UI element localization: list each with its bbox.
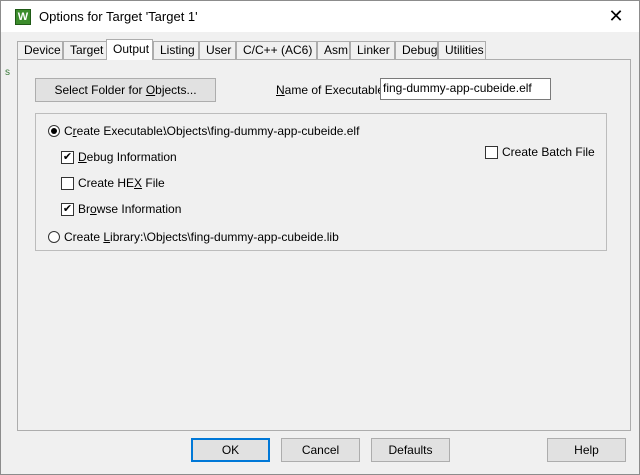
hex-a: Create HE [78, 176, 135, 190]
create-batch-file-label[interactable]: Create Batch File [502, 145, 595, 159]
debug-information-checkbox[interactable]: ✔ [61, 151, 74, 164]
browse-b: o [90, 202, 97, 216]
cancel-button[interactable]: Cancel [281, 438, 360, 462]
name-of-executable-label: Name of Executable: [276, 83, 387, 97]
help-button[interactable]: Help [547, 438, 626, 462]
tab-target[interactable]: Target [63, 41, 107, 59]
browse-information-label[interactable]: Browse Information [78, 202, 181, 216]
keil-app-icon: W [15, 9, 31, 25]
create-exe-c: eate Executable: [76, 124, 167, 138]
tab-linker[interactable]: Linker [350, 41, 395, 59]
create-library-radio[interactable] [48, 231, 60, 243]
hex-c: File [142, 176, 165, 190]
select-folder-label-b: O [145, 83, 156, 97]
tab-device[interactable]: Device [17, 41, 63, 59]
tab-asm[interactable]: Asm [317, 41, 350, 59]
tab-cpp-ac6[interactable]: C/C++ (AC6) [236, 41, 317, 59]
executable-path-text: .\Objects\fing-dummy-app-cubeide.elf [160, 124, 360, 138]
create-lib-c: ibrary: [110, 230, 144, 244]
background-glyph: s [5, 67, 10, 78]
check-mark-icon: ✔ [62, 203, 73, 215]
executable-name-input[interactable]: fing-dummy-app-cubeide.elf [380, 78, 551, 100]
radio-selected-dot [51, 128, 57, 134]
create-executable-radio[interactable] [48, 125, 60, 137]
tab-output[interactable]: Output [106, 39, 153, 60]
create-batch-file-checkbox[interactable] [485, 146, 498, 159]
select-folder-label-a: Select Folder for [54, 83, 146, 97]
browse-information-checkbox[interactable]: ✔ [61, 203, 74, 216]
tab-user[interactable]: User [199, 41, 236, 59]
name-label-a: N [276, 83, 285, 97]
ok-button[interactable]: OK [191, 438, 270, 462]
tab-listing[interactable]: Listing [153, 41, 199, 59]
select-folder-label-c: bjects... [155, 83, 197, 97]
select-folder-for-objects-button[interactable]: Select Folder for Objects... [35, 78, 216, 102]
title-bar: W Options for Target 'Target 1' ✕ [1, 1, 639, 32]
hex-b: X [134, 176, 143, 190]
name-label-b: ame of Executable: [284, 83, 388, 97]
tab-utilities[interactable]: Utilities [438, 41, 486, 59]
create-hex-file-checkbox[interactable] [61, 177, 74, 190]
debug-information-label[interactable]: Debug Information [78, 150, 177, 164]
options-dialog: W Options for Target 'Target 1' ✕ s Devi… [0, 0, 640, 475]
create-library-label[interactable]: Create Library: [64, 230, 143, 244]
create-hex-file-label[interactable]: Create HEX File [78, 176, 165, 190]
check-mark-icon: ✔ [62, 151, 73, 163]
browse-a: Br [78, 202, 90, 216]
browse-c: wse Information [96, 202, 182, 216]
tab-debug[interactable]: Debug [395, 41, 438, 59]
library-path-text: .\Objects\fing-dummy-app-cubeide.lib [140, 230, 339, 244]
create-exe-a: C [64, 124, 73, 138]
debug-info-b: ebug Information [86, 150, 177, 164]
create-lib-a: Create [64, 230, 104, 244]
close-icon[interactable]: ✕ [601, 5, 631, 29]
defaults-button[interactable]: Defaults [371, 438, 450, 462]
window-title: Options for Target 'Target 1' [39, 9, 198, 24]
create-executable-label[interactable]: Create Executable: [64, 124, 166, 138]
debug-info-a: D [78, 150, 87, 164]
